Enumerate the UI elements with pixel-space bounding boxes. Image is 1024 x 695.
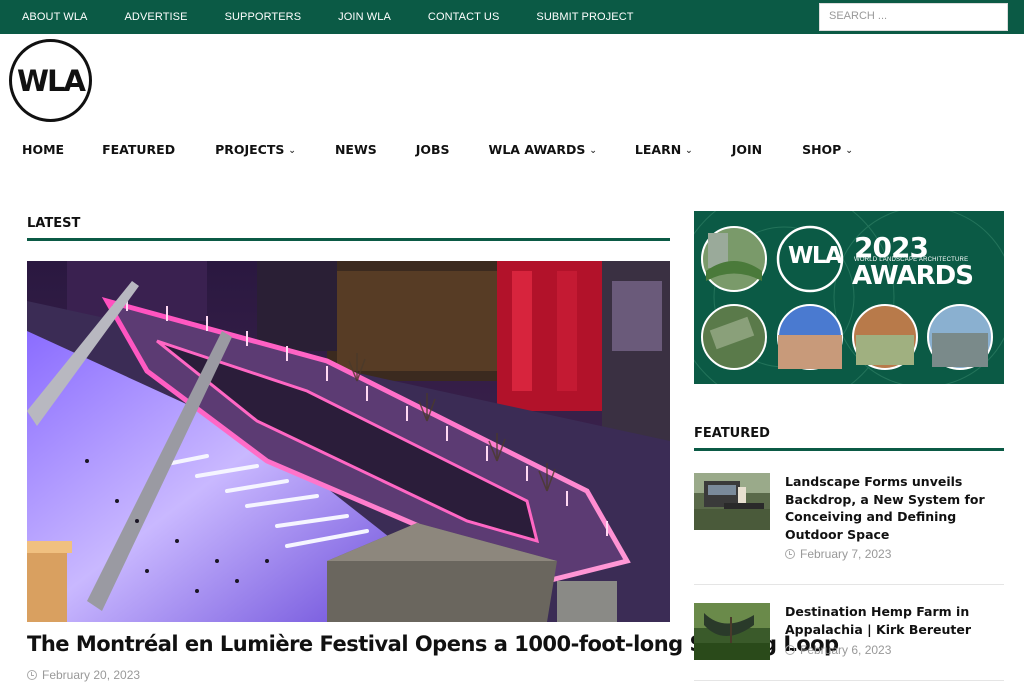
top-link-supporters[interactable]: SUPPORTERS (225, 11, 302, 23)
clock-icon (785, 549, 795, 559)
search-input[interactable]: SEARCH ... (819, 3, 1008, 31)
top-link-submit-project[interactable]: SUBMIT PROJECT (536, 11, 633, 23)
top-nav: ABOUT WLA ADVERTISE SUPPORTERS JOIN WLA … (22, 0, 671, 34)
awards-banner[interactable]: WLA 2023 WORLD LANDSCAPE ARCHITECTURE AW… (694, 211, 1004, 384)
nav-item-wla-awards[interactable]: WLA AWARDS ⌄ (489, 142, 597, 157)
main-nav: HOME FEATURED PROJECTS ⌄ NEWS JOBS WLA AW… (22, 139, 853, 159)
hero-photo-illustration (27, 261, 670, 622)
hero-date-text: February 20, 2023 (42, 668, 141, 682)
top-bar: ABOUT WLA ADVERTISE SUPPORTERS JOIN WLA … (0, 0, 1024, 34)
banner-awards-text: AWARDS (852, 261, 974, 291)
featured-date-text: February 7, 2023 (800, 547, 892, 561)
featured-title[interactable]: Destination Hemp Farm in Appalachia | Ki… (785, 603, 1005, 638)
nav-item-learn[interactable]: LEARN ⌄ (635, 142, 693, 157)
nav-item-projects[interactable]: PROJECTS ⌄ (215, 142, 296, 157)
hero-article-title[interactable]: The Montréal en Lumière Festival Opens a… (27, 632, 839, 656)
hero-image[interactable] (27, 261, 670, 622)
nav-item-news[interactable]: NEWS (335, 142, 377, 157)
nav-item-home[interactable]: HOME (22, 142, 64, 157)
featured-thumbnail[interactable] (694, 603, 770, 660)
hero-article-date: February 20, 2023 (27, 668, 140, 682)
nav-item-featured[interactable]: FEATURED (102, 142, 175, 157)
nav-item-join[interactable]: JOIN (732, 142, 762, 157)
site-logo[interactable]: WLA (9, 39, 92, 122)
latest-section-heading: LATEST (27, 211, 670, 241)
top-link-advertise[interactable]: ADVERTISE (125, 11, 188, 23)
chevron-down-icon: ⌄ (685, 145, 693, 156)
banner-logo-text: WLA (788, 243, 843, 269)
featured-section-heading: FEATURED (694, 421, 1004, 451)
top-link-join[interactable]: JOIN WLA (338, 11, 391, 23)
nav-item-jobs[interactable]: JOBS (416, 142, 450, 157)
featured-date: February 7, 2023 (785, 547, 891, 561)
chevron-down-icon: ⌄ (288, 145, 296, 156)
top-link-contact[interactable]: CONTACT US (428, 11, 500, 23)
awards-banner-graphic (694, 211, 1004, 384)
list-item[interactable]: Destination Hemp Farm in Appalachia | Ki… (694, 603, 1004, 673)
top-link-about[interactable]: ABOUT WLA (22, 11, 88, 23)
featured-thumb-image (694, 473, 770, 530)
logo-text: WLA (17, 63, 86, 98)
featured-thumbnail[interactable] (694, 473, 770, 530)
featured-title[interactable]: Landscape Forms unveils Backdrop, a New … (785, 473, 1005, 543)
clock-icon (27, 670, 37, 680)
nav-item-shop[interactable]: SHOP ⌄ (802, 142, 853, 157)
chevron-down-icon: ⌄ (845, 145, 853, 156)
featured-date-text: February 6, 2023 (800, 643, 892, 657)
latest-heading-text: LATEST (27, 216, 81, 231)
divider (694, 680, 1004, 681)
list-item[interactable]: Landscape Forms unveils Backdrop, a New … (694, 473, 1004, 568)
featured-date: February 6, 2023 (785, 643, 891, 657)
featured-heading-text: FEATURED (694, 426, 770, 441)
divider (694, 584, 1004, 585)
clock-icon (785, 645, 795, 655)
chevron-down-icon: ⌄ (589, 145, 597, 156)
featured-thumb-image (694, 603, 770, 660)
